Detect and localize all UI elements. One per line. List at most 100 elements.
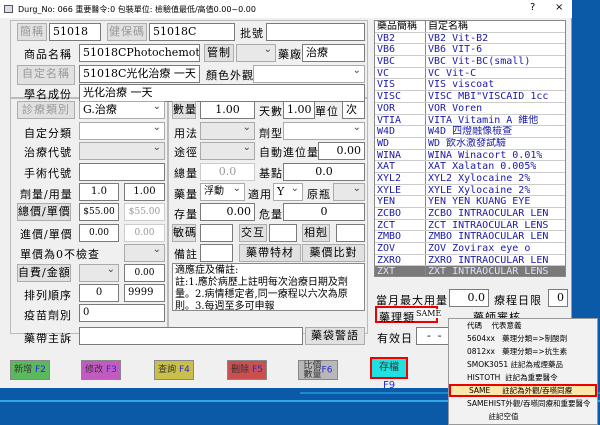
pharm-class-dropdown-menu[interactable]: 代碼 代表意義5604xx 藥理分類=>制酸劑0812xx 藥理分類=>抗生素S… (448, 318, 598, 425)
cost-unit-input: 0.00 (124, 224, 165, 242)
original-select[interactable] (333, 183, 365, 201)
danger-input[interactable]: 0 (283, 203, 365, 221)
list-item[interactable]: VISCVISC MBI"VISCAID 1cc (375, 91, 565, 103)
close-button[interactable]: × (555, 2, 563, 13)
list-item[interactable]: ZCTZCT INTRAOCULAR LENS (375, 220, 565, 232)
control-select[interactable] (236, 44, 276, 62)
total-price-button[interactable]: 總價/單價 (17, 203, 71, 221)
nhi-code-input[interactable]: 51018C (149, 23, 235, 41)
days-input[interactable]: 1.00 (283, 101, 315, 119)
list-item[interactable]: ZXROZXRO INTRAOCULAR LEN (375, 255, 565, 267)
conflict-button[interactable]: 相剋 (302, 224, 330, 242)
interact-button[interactable]: 交互 (239, 224, 267, 242)
list-item[interactable]: W4DW4D 四燈融像檢查 (375, 126, 565, 138)
product-name-input[interactable]: 51018CPhotochemother (79, 44, 200, 62)
control-button[interactable]: 管制 (204, 44, 234, 62)
monthly-max-input[interactable]: 0.0 (449, 289, 489, 307)
list-item[interactable]: ZXTZXT INTRAOCULAR LENS (375, 266, 565, 277)
cost-input[interactable]: 0.00 (79, 224, 119, 242)
generic-input[interactable]: 光化治療 一天 (79, 84, 365, 102)
route-select[interactable] (200, 142, 255, 160)
treat-code-select[interactable] (79, 142, 165, 160)
list-item[interactable]: XATXAT Xalatan 0.005% (375, 161, 565, 173)
complaint-label: 藥帶主訴 (24, 330, 72, 346)
menu-item[interactable]: SAME 註記為外觀/吞嚥同療 (449, 384, 597, 397)
list-item[interactable]: VB6VB6 VIT-6 (375, 44, 565, 56)
help-button[interactable]: ? (530, 2, 535, 13)
list-item-code: ZOV (375, 243, 426, 254)
factory-input[interactable]: 治療 (302, 44, 365, 62)
save-button[interactable]: 存檔 F9 (370, 357, 408, 379)
vaccine-input[interactable]: 0 (79, 304, 165, 322)
dose-input[interactable]: 1.0 (79, 183, 119, 201)
auto-round-input[interactable]: 0.00 (318, 142, 365, 160)
list-item[interactable]: ZCBOZCBO INTRAOCULAR LEN (375, 208, 565, 220)
list-item[interactable]: VCVC Vit-C (375, 68, 565, 80)
category-select[interactable]: G.治療 (79, 101, 165, 119)
menu-item[interactable]: 註記空值 (449, 410, 597, 423)
self-pay-select[interactable] (79, 264, 119, 282)
list-item[interactable]: VB2VB2 Vit-B2 (375, 33, 565, 45)
unit-input[interactable]: 次 (342, 101, 365, 119)
price-qty-button[interactable]: 比價數量F6 (298, 360, 338, 380)
allergy-button[interactable]: 敏碼 (172, 224, 196, 242)
zero-check-select[interactable] (124, 244, 165, 262)
custom-name-input[interactable]: 51018C光化治療 一天 (79, 65, 200, 83)
base-input[interactable]: 0.0 (283, 163, 365, 181)
dosage-form-select[interactable] (283, 122, 365, 140)
custom-class-select[interactable] (79, 122, 165, 140)
batch-input[interactable] (266, 23, 365, 41)
dose-use-input[interactable]: 1.00 (124, 183, 165, 201)
order2-input[interactable]: 9999 (124, 284, 165, 302)
menu-item[interactable]: 5604xx 藥理分類=>制酸劑 (449, 332, 597, 345)
list-item[interactable]: VISVIS viscoat (375, 79, 565, 91)
allergy-input[interactable] (200, 224, 233, 242)
list-item[interactable]: ZMBOZMBO INTRAOCULAR LEN (375, 231, 565, 243)
list-item[interactable]: YENYEN YEN KUANG EYE (375, 196, 565, 208)
list-item[interactable]: VTIAVITA Vitamin A 維他 (375, 115, 565, 127)
pharm-class-input[interactable]: SAME (416, 309, 441, 318)
short-name-input[interactable]: 51018 (49, 23, 101, 41)
drug-list[interactable]: 藥品簡稱自定名稱 VB2VB2 Vit-B2VB6VB6 VIT-6VBCVBC… (374, 20, 566, 277)
bag-warning-button[interactable]: 藥袋警語 (305, 327, 365, 345)
course-days-input[interactable]: 0 (548, 289, 568, 307)
menu-item[interactable]: SAMEHIST外觀/吞嚥同療和重要醫令 (449, 397, 597, 410)
stock-input[interactable]: 0.00 (200, 203, 255, 221)
short-name-button[interactable]: 簡稱 (17, 23, 47, 41)
total-price-input[interactable]: $55.00 (79, 203, 119, 221)
category-button[interactable]: 診療類別 (17, 101, 75, 119)
list-item[interactable]: VORVOR Voren (375, 103, 565, 115)
self-pay-amount-input[interactable]: 0.00 (124, 264, 165, 282)
menu-item[interactable]: 0812xx 藥理分類=>抗生素 (449, 345, 597, 358)
qty-button[interactable]: 數量 (172, 101, 196, 119)
complaint-input[interactable] (79, 327, 303, 345)
color-select[interactable] (253, 65, 365, 83)
special-material-button[interactable]: 藥帶特材 (239, 244, 301, 262)
list-item[interactable]: XYLEXYLE Xylocaine 2% (375, 185, 565, 197)
nhi-code-button[interactable]: 健保碼 (107, 23, 147, 41)
query-button[interactable]: 查詢 F4 (154, 360, 194, 380)
custom-name-button[interactable]: 自定名稱 (17, 65, 75, 85)
price-compare-button[interactable]: 藥價比對 (302, 244, 365, 262)
add-button[interactable]: 新增 F2 (10, 360, 50, 380)
memo-textarea[interactable]: 適應症及備註: 註:1.應於病歷上註明每次治療日期及劑量。2.病情穩定者,同一療… (172, 263, 365, 311)
edit-button[interactable]: 修改 F3 (81, 360, 121, 380)
qty-input[interactable]: 1.00 (200, 101, 255, 119)
list-item[interactable]: VBCVBC Vit-BC(small) (375, 56, 565, 68)
surgery-code-input[interactable] (79, 163, 165, 181)
interact-input[interactable] (269, 224, 297, 242)
order-input[interactable]: 0 (79, 284, 119, 302)
self-pay-button[interactable]: 自費/金額 (17, 264, 71, 282)
conflict-input[interactable] (336, 224, 365, 242)
note-input[interactable] (200, 244, 233, 262)
list-item[interactable]: WDWD 飲水激發試驗 (375, 138, 565, 150)
delete-button[interactable]: 刪除 F5 (227, 360, 267, 380)
usage-select[interactable] (200, 122, 255, 140)
list-item[interactable]: XYL2XYL2 Xylocaine 2% (375, 173, 565, 185)
drug-qty-select[interactable]: 浮動 (200, 183, 245, 201)
menu-item[interactable]: SMOK3051 註記為戒煙藥品 (449, 358, 597, 371)
apply-select[interactable]: Y (273, 183, 303, 201)
menu-item[interactable]: HISTOTH 註記為重要醫令 (449, 371, 597, 384)
list-item[interactable]: WINAWINA Winacort 0.01% (375, 150, 565, 162)
list-item[interactable]: ZOVZOV Zovirax eye o (375, 243, 565, 255)
